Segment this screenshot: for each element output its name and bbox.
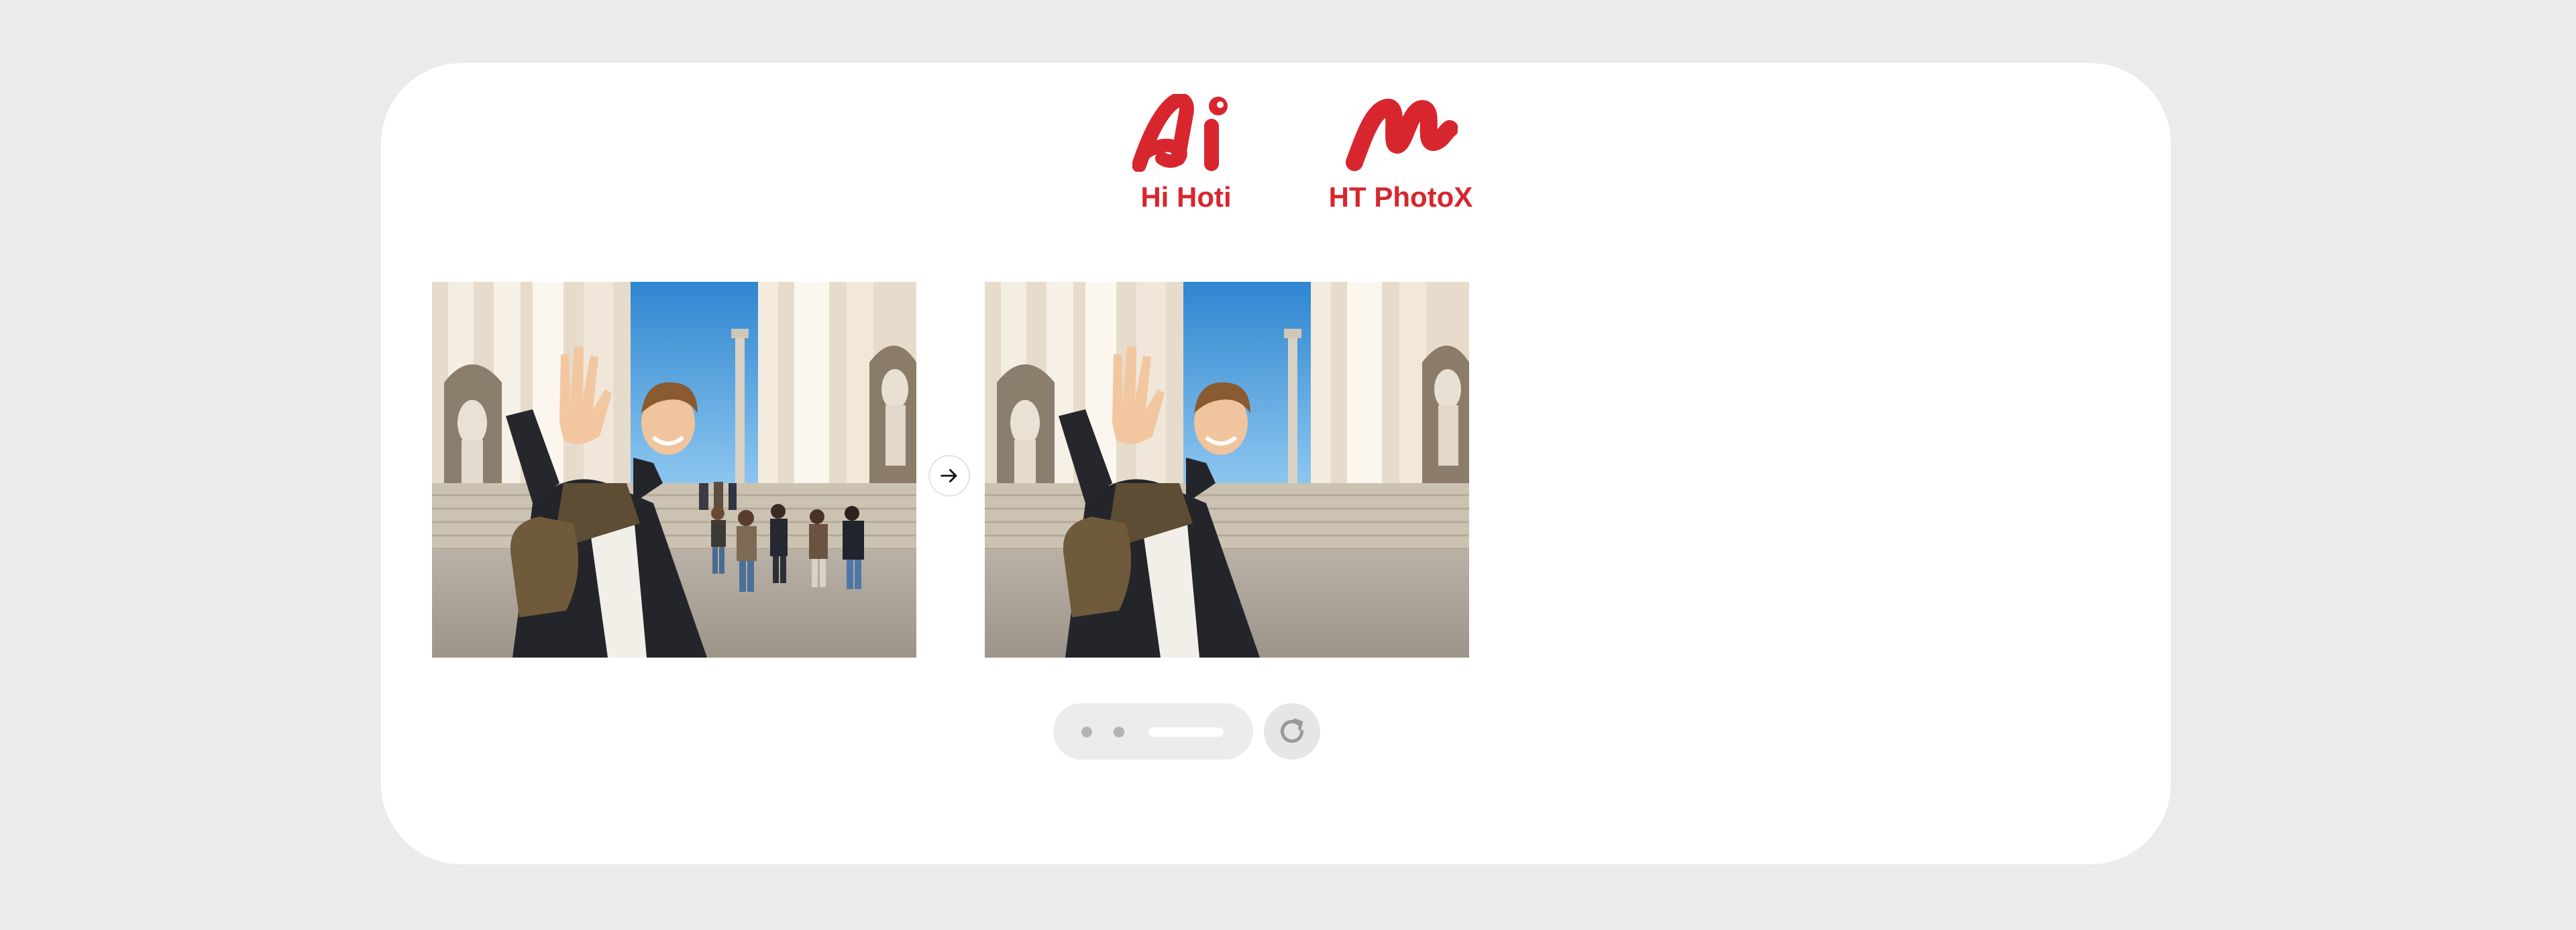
brand-label-ht-photox: HT PhotoX (1328, 181, 1473, 213)
pager-active-bar[interactable] (1148, 727, 1224, 737)
photo-before (432, 282, 916, 658)
photo-after (985, 282, 1469, 658)
photo-after-image (985, 282, 1469, 658)
pager-dot-1[interactable] (1081, 727, 1092, 737)
hi-hoti-logo-icon (1132, 94, 1228, 172)
ht-photox-logo-icon (1346, 99, 1458, 171)
pager-dot-2[interactable] (1114, 727, 1124, 737)
refresh-button[interactable] (1264, 703, 1320, 760)
photo-before-image (432, 282, 916, 658)
arrow-right-icon (941, 469, 957, 482)
slide-pager (1053, 703, 1253, 760)
main-card: Hi Hoti HT PhotoX (381, 63, 2171, 864)
brand-hi-hoti[interactable]: Hi Hoti (1085, 94, 1287, 213)
brand-label-hi-hoti: Hi Hoti (1140, 181, 1232, 213)
brand-ht-photox[interactable]: HT PhotoX (1280, 94, 1521, 213)
refresh-icon (1280, 718, 1304, 743)
compare-arrow-button[interactable] (930, 456, 969, 495)
